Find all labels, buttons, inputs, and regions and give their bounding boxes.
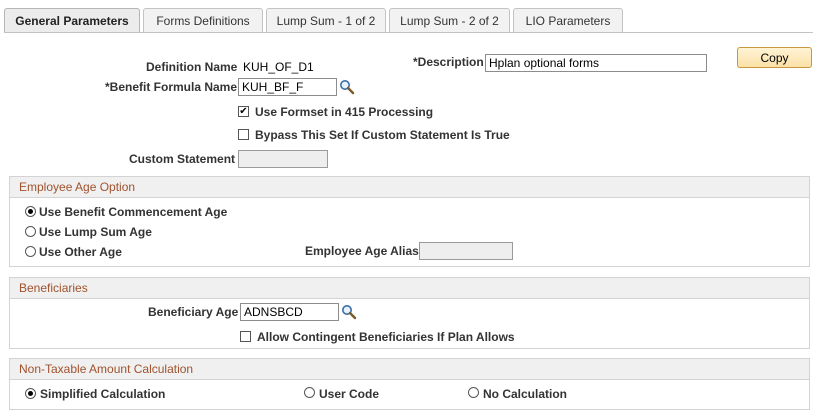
tab-lump-sum-1[interactable]: Lump Sum - 1 of 2 (266, 8, 386, 32)
custom-statement-field (238, 150, 328, 168)
group-title: Beneficiaries (10, 278, 809, 299)
contingent-beneficiaries-checkbox[interactable] (240, 331, 251, 342)
tab-label: General Parameters (15, 14, 129, 28)
tab-lio-parameters[interactable]: LIO Parameters (513, 8, 623, 32)
definition-name-label: Definition Name (146, 60, 238, 74)
radio-label: Use Benefit Commencement Age (39, 205, 228, 219)
tab-label: Lump Sum - 1 of 2 (276, 13, 376, 28)
copy-button-label: Copy (760, 50, 789, 65)
benefit-formula-input[interactable]: KUH_BF_F (238, 78, 337, 96)
tab-label: LIO Parameters (525, 13, 611, 28)
non-taxable-group: Non-Taxable Amount Calculation (9, 358, 810, 410)
radio-simplified-calculation[interactable] (25, 388, 36, 399)
tab-forms-definitions[interactable]: Forms Definitions (143, 8, 263, 32)
radio-label: User Code (319, 387, 380, 401)
benefit-formula-label: *Benefit Formula Name (105, 80, 238, 94)
tab-label: Forms Definitions (156, 13, 250, 28)
checkmark-icon: ✔ (239, 106, 248, 117)
radio-user-code[interactable] (304, 387, 315, 398)
radio-no-calculation[interactable] (468, 387, 479, 398)
use-formset-label: Use Formset in 415 Processing (255, 105, 434, 119)
bypass-label: Bypass This Set If Custom Statement Is T… (255, 128, 510, 142)
radio-lump-sum-age[interactable] (25, 226, 36, 237)
use-formset-checkbox[interactable]: ✔ (238, 106, 249, 117)
bypass-checkbox[interactable] (238, 129, 249, 140)
group-title: Non-Taxable Amount Calculation (10, 359, 809, 380)
custom-statement-label: Custom Statement (129, 152, 236, 166)
beneficiary-age-input[interactable]: ADNSBCD (240, 303, 339, 321)
employee-age-alias-label: Employee Age Alias (305, 244, 419, 258)
tab-general-parameters[interactable]: General Parameters (4, 8, 140, 33)
beneficiary-age-label: Beneficiary Age (148, 305, 239, 319)
radio-label: Use Lump Sum Age (39, 225, 152, 239)
employee-age-alias-field (419, 242, 513, 260)
group-title: Employee Age Option (10, 177, 809, 198)
tab-lump-sum-2[interactable]: Lump Sum - 2 of 2 (389, 8, 510, 32)
radio-label: No Calculation (483, 387, 568, 401)
magnifier-icon[interactable] (339, 79, 355, 95)
magnifier-icon[interactable] (341, 304, 357, 320)
tab-underline (4, 32, 813, 33)
radio-other-age[interactable] (25, 246, 36, 257)
tab-label: Lump Sum - 2 of 2 (400, 13, 499, 28)
description-input[interactable]: Hplan optional forms (485, 54, 707, 72)
radio-label: Simplified Calculation (40, 387, 166, 401)
contingent-beneficiaries-label: Allow Contingent Beneficiaries If Plan A… (257, 330, 515, 344)
copy-button[interactable]: Copy (737, 47, 812, 68)
definition-name-value: KUH_OF_D1 (243, 60, 314, 74)
radio-label: Use Other Age (39, 245, 122, 259)
description-label: *Description (413, 55, 484, 69)
radio-benefit-commencement-age[interactable] (25, 206, 36, 217)
